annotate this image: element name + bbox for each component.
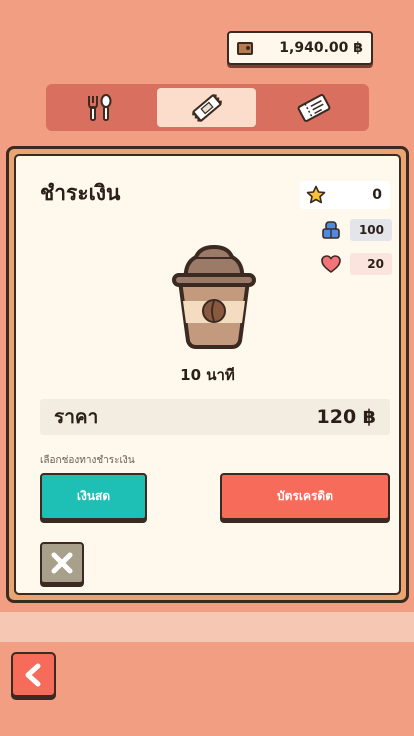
payment-panel-body: ชำระเงิน 0 100 20 10 นาที ราคา 120 ฿ เลื… (14, 154, 401, 595)
snack-bar-icon (191, 93, 222, 122)
chevron-left-icon (25, 663, 40, 686)
price-label: ราคา (54, 406, 99, 428)
coffee-cup-icon (166, 241, 262, 351)
credit-card-button[interactable]: บัตรเครดิต (220, 473, 390, 520)
tab-ticket[interactable] (264, 88, 363, 127)
credit-card-button-label: บัตรเครดิต (276, 489, 333, 503)
close-button[interactable] (40, 542, 84, 584)
cash-button[interactable]: เงินสด (40, 473, 147, 520)
ticket-icon (297, 93, 330, 122)
bottom-band (0, 612, 414, 642)
hearts-value: 20 (350, 253, 392, 275)
stars-value: 0 (372, 187, 382, 203)
stat-energy: 100 (320, 219, 392, 241)
wallet-icon (237, 41, 253, 55)
price-bar: ราคา 120 ฿ (40, 399, 390, 435)
category-tabs (46, 84, 369, 131)
payment-method-label: เลือกช่องทางชำระเงิน (40, 455, 135, 466)
fork-spoon-icon (87, 93, 111, 121)
close-icon (51, 552, 73, 574)
stat-hearts: 20 (320, 253, 392, 275)
balance-display: 1,940.00 ฿ (227, 31, 373, 65)
tab-snack[interactable] (157, 88, 256, 127)
duration-label: 10 นาที (180, 366, 235, 384)
payment-panel: ชำระเงิน 0 100 20 10 นาที ราคา 120 ฿ เลื… (6, 146, 409, 603)
energy-value: 100 (350, 219, 392, 241)
price-value: 120 ฿ (316, 406, 377, 428)
panel-title: ชำระเงิน (40, 181, 121, 205)
stat-stars: 0 (300, 181, 390, 209)
balance-amount: 1,940.00 ฿ (279, 40, 363, 56)
star-icon (306, 185, 326, 204)
tab-food[interactable] (50, 88, 149, 127)
person-icon (322, 221, 340, 239)
heart-icon (321, 255, 341, 273)
back-button[interactable] (11, 652, 56, 697)
cash-button-label: เงินสด (76, 489, 111, 503)
